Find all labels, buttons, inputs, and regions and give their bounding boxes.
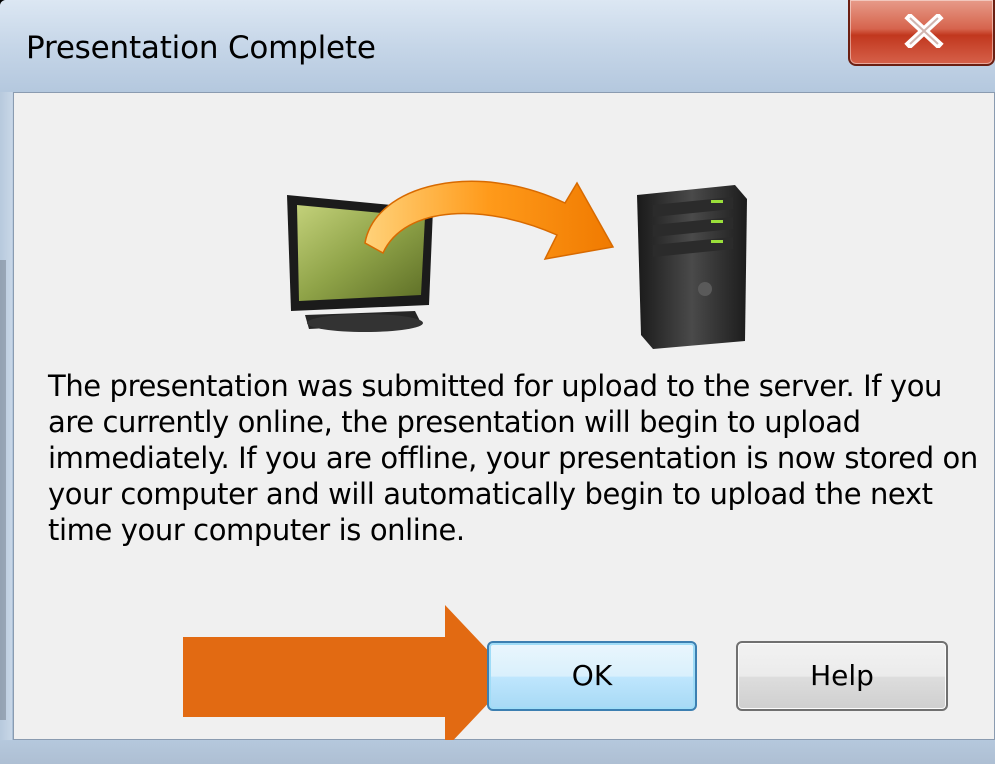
callout-arrow-icon <box>183 605 513 749</box>
dialog-message: The presentation was submitted for uploa… <box>48 369 978 547</box>
close-button[interactable] <box>848 0 995 66</box>
dialog-title: Presentation Complete <box>26 30 376 66</box>
help-button[interactable]: Help <box>736 641 948 711</box>
server-icon <box>637 185 747 349</box>
upload-illustration <box>287 180 747 349</box>
window-frame-bottom <box>0 740 995 764</box>
frame-shadow <box>0 260 6 720</box>
close-icon <box>904 14 944 48</box>
dialog-window: Presentation Complete The presentation w… <box>0 0 995 764</box>
title-bar: Presentation Complete <box>0 0 995 92</box>
ok-button[interactable]: OK <box>487 641 697 711</box>
